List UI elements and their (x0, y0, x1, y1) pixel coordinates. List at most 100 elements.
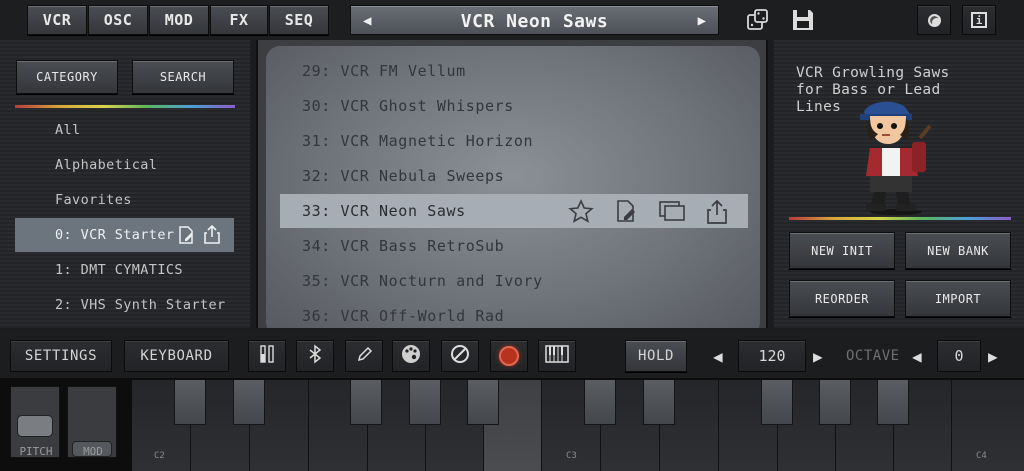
slider-toggle-button[interactable] (248, 340, 286, 372)
category-item-dmt-cymatics[interactable]: 1: DMT CYMATICS (15, 253, 234, 287)
octave-label: OCTAVE (846, 348, 900, 364)
crt-screen: 29: VCR FM Vellum 30: VCR Ghost Whispers… (266, 46, 760, 328)
preset-row[interactable]: 32: VCR Nebula Sweeps (280, 159, 748, 193)
edit-icon[interactable] (177, 226, 195, 248)
save-icon[interactable] (790, 7, 816, 33)
preset-row-selected[interactable]: 33: VCR Neon Saws (280, 194, 748, 228)
preset-row[interactable]: 34: VCR Bass RetroSub (280, 229, 748, 263)
piano-button[interactable] (538, 340, 576, 372)
share-icon[interactable] (706, 199, 728, 229)
mod-wheel[interactable]: MOD (67, 386, 117, 458)
black-key[interactable] (409, 380, 441, 425)
rainbow-divider (15, 105, 235, 108)
black-key[interactable] (174, 380, 206, 425)
search-button[interactable]: SEARCH (132, 60, 234, 94)
palette-icon (400, 343, 422, 369)
black-key[interactable] (819, 380, 851, 425)
category-label: All (55, 122, 81, 138)
black-key[interactable] (467, 380, 499, 425)
preset-list-panel: 29: VCR FM Vellum 30: VCR Ghost Whispers… (256, 40, 768, 328)
category-label: Favorites (55, 192, 132, 208)
next-preset-arrow-icon[interactable]: ▶ (698, 13, 706, 29)
record-icon (499, 346, 519, 366)
edit-icon[interactable] (614, 199, 638, 229)
category-label: Alphabetical (55, 157, 158, 173)
preset-row[interactable]: 36: VCR Off-World Rad (280, 299, 748, 328)
preset-row[interactable]: 29: VCR FM Vellum (280, 54, 748, 88)
black-key[interactable] (233, 380, 265, 425)
preset-row[interactable]: 35: VCR Nocturn and Ivory (280, 264, 748, 298)
tab-seq[interactable]: SEQ (269, 5, 329, 35)
favorite-star-icon[interactable] (568, 199, 594, 229)
category-label: 0: VCR Starter (55, 227, 175, 243)
preset-row[interactable]: 31: VCR Magnetic Horizon (280, 124, 748, 158)
pen-button[interactable] (345, 340, 383, 372)
category-item-vcr-starter[interactable]: 0: VCR Starter (15, 218, 234, 252)
new-bank-button[interactable]: NEW BANK (905, 232, 1011, 269)
black-key[interactable] (761, 380, 793, 425)
reorder-button[interactable]: REORDER (789, 280, 895, 317)
category-item-vhs-synth-starter[interactable]: 2: VHS Synth Starter (15, 288, 234, 322)
category-panel: CATEGORY SEARCH All Alphabetical Favorit… (0, 40, 250, 328)
black-key[interactable] (877, 380, 909, 425)
category-item-favorites[interactable]: Favorites (15, 183, 234, 217)
settings-button[interactable]: SETTINGS (10, 340, 112, 372)
piano-keyboard: PITCH MOD C2 C3 C4 (0, 378, 1024, 471)
bluetooth-button[interactable] (296, 340, 334, 372)
category-label: 1: DMT CYMATICS (55, 262, 183, 278)
black-key[interactable] (643, 380, 675, 425)
top-bar: VCR OSC MOD FX SEQ ◀ VCR Neon Saws ▶ i (0, 0, 1024, 40)
category-item-all[interactable]: All (15, 113, 234, 147)
share-icon[interactable] (204, 224, 220, 248)
pitch-wheel-handle[interactable] (17, 415, 53, 437)
record-mode-button[interactable] (917, 5, 951, 35)
keyboard-button[interactable]: KEYBOARD (124, 340, 229, 372)
record-mode-icon (927, 13, 941, 27)
tempo-increase-icon[interactable]: ▶ (813, 347, 823, 366)
no-entry-icon (450, 344, 470, 368)
octave-decrease-icon[interactable]: ◀ (912, 347, 922, 366)
preset-name[interactable]: VCR Neon Saws (351, 11, 718, 32)
import-button[interactable]: IMPORT (905, 280, 1011, 317)
tab-fx[interactable]: FX (210, 5, 268, 35)
octave-field[interactable]: 0 (937, 340, 981, 372)
tempo-field[interactable]: 120 (738, 340, 806, 372)
preset-row-label: 33: VCR Neon Saws (302, 202, 466, 220)
pitch-wheel[interactable]: PITCH (10, 386, 60, 458)
preset-selector: ◀ VCR Neon Saws ▶ (350, 5, 719, 35)
black-key[interactable] (584, 380, 616, 425)
key-label-c2: C2 (154, 451, 165, 461)
white-key[interactable]: C4 (952, 380, 1024, 471)
tab-mod[interactable]: MOD (149, 5, 209, 35)
tempo-decrease-icon[interactable]: ◀ (713, 347, 723, 366)
record-button[interactable] (490, 340, 528, 372)
preset-row[interactable]: 30: VCR Ghost Whispers (280, 89, 748, 123)
bottom-toolbar: SETTINGS KEYBOARD HOLD ◀ 120 ▶ OCTAVE ◀ … (0, 330, 1024, 378)
new-init-button[interactable]: NEW INIT (789, 232, 895, 269)
preset-info-panel: VCR Growling Saws for Bass or Lead Lines (774, 40, 1024, 328)
key-label-c4: C4 (976, 451, 987, 461)
sliders-icon (259, 344, 275, 368)
tab-vcr[interactable]: VCR (27, 5, 87, 35)
block-button[interactable] (441, 340, 479, 372)
black-key[interactable] (350, 380, 382, 425)
piano-keys-icon (545, 345, 569, 367)
synth-app: VCR OSC MOD FX SEQ ◀ VCR Neon Saws ▶ i C… (0, 0, 1024, 471)
category-label: 2: VHS Synth Starter (55, 297, 226, 313)
pencil-icon (355, 345, 373, 367)
rainbow-divider (789, 217, 1011, 220)
bluetooth-icon (308, 344, 322, 368)
category-button[interactable]: CATEGORY (16, 60, 118, 94)
category-item-alphabetical[interactable]: Alphabetical (15, 148, 234, 182)
hold-button[interactable]: HOLD (625, 340, 687, 372)
info-button[interactable]: i (962, 5, 996, 35)
palette-button[interactable] (392, 340, 430, 372)
tab-osc[interactable]: OSC (88, 5, 148, 35)
key-label-c3: C3 (566, 451, 577, 461)
octave-increase-icon[interactable]: ▶ (988, 347, 998, 366)
duplicate-icon[interactable] (658, 199, 686, 229)
pitch-label: PITCH (19, 445, 53, 458)
dice-icon[interactable] (746, 8, 770, 32)
mod-label: MOD (83, 445, 103, 458)
mascot-character-image (856, 98, 936, 216)
